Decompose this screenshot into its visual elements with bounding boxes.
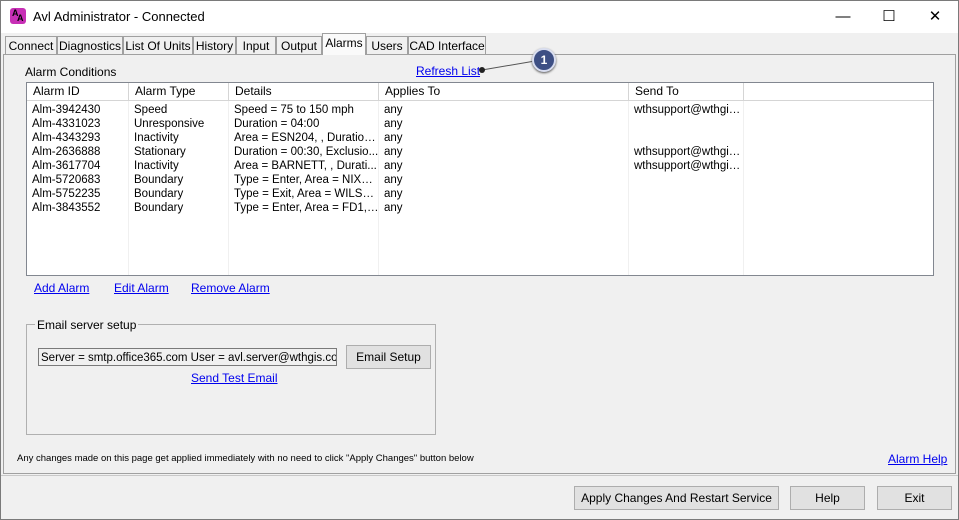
callout-pointer: [479, 60, 536, 73]
cell-alarm-type: Unresponsive: [134, 118, 205, 130]
minimize-icon[interactable]: —: [820, 1, 866, 33]
email-server-group-title: Email server setup: [35, 318, 139, 332]
table-row[interactable]: Alm-2636888 Stationary Duration = 00:30, E…: [27, 145, 933, 159]
cell-send-to: wthsupport@wthgis.com: [634, 146, 744, 158]
cell-details: Duration = 04:00: [234, 118, 320, 130]
cell-alarm-type: Boundary: [134, 174, 184, 186]
cell-applies-to: any: [384, 132, 403, 144]
cell-send-to: [629, 201, 744, 215]
cell-alarm-id: Alm-4343293: [32, 132, 101, 144]
apply-note: Any changes made on this page get applie…: [17, 453, 474, 464]
title-bar: A A Avl Administrator - Connected — ☐ ✕: [1, 1, 958, 33]
tab-output[interactable]: Output: [276, 36, 322, 54]
callout-badge: 1: [532, 48, 556, 72]
cell-send-to: wthsupport@wthgis.com: [634, 160, 744, 172]
tab-cad-interface[interactable]: CAD Interface: [408, 36, 486, 54]
alarm-conditions-label: Alarm Conditions: [25, 65, 117, 79]
cell-details: Type = Exit, Area = WILSO...: [234, 188, 379, 200]
window-title: Avl Administrator - Connected: [33, 9, 205, 24]
table-row[interactable]: Alm-5752235 Boundary Type = Exit, Area = W…: [27, 187, 933, 201]
cell-send-to: wthsupport@wthgis.com: [634, 104, 744, 116]
cell-alarm-id: Alm-5752235: [32, 188, 101, 200]
cell-alarm-id: Alm-3843552: [32, 202, 101, 214]
cell-details: Speed = 75 to 150 mph: [234, 104, 354, 116]
tab-strip: Connect Diagnostics List Of Units Histor…: [1, 33, 958, 55]
send-test-email-link[interactable]: Send Test Email: [191, 371, 278, 385]
table-row[interactable]: Alm-3843552 Boundary Type = Enter, Area = …: [27, 201, 933, 215]
cell-applies-to: any: [384, 146, 403, 158]
cell-alarm-id: Alm-3617704: [32, 160, 101, 172]
apply-restart-button[interactable]: Apply Changes And Restart Service: [574, 486, 779, 510]
exit-button[interactable]: Exit: [877, 486, 952, 510]
cell-applies-to: any: [384, 188, 403, 200]
tab-alarms[interactable]: Alarms: [322, 33, 366, 55]
cell-alarm-id: Alm-2636888: [32, 146, 101, 158]
tab-connect[interactable]: Connect: [5, 36, 57, 54]
cell-alarm-type: Inactivity: [134, 132, 179, 144]
column-header-details[interactable]: Details: [229, 83, 379, 100]
cell-send-to: [629, 173, 744, 187]
alarm-list[interactable]: Alarm ID Alarm Type Details Applies To S…: [26, 82, 934, 276]
table-row[interactable]: Alm-3617704 Inactivity Area = BARNETT, , D…: [27, 159, 933, 173]
app-icon-glyph: A: [17, 13, 24, 23]
table-row[interactable]: Alm-4343293 Inactivity Area = ESN204, , Du…: [27, 131, 933, 145]
tab-users[interactable]: Users: [366, 36, 408, 54]
maximize-icon[interactable]: ☐: [866, 1, 912, 33]
cell-send-to: [629, 131, 744, 145]
tab-diagnostics[interactable]: Diagnostics: [57, 36, 123, 54]
email-server-field[interactable]: Server = smtp.office365.com User = avl.s…: [38, 348, 337, 366]
column-header-alarm-id[interactable]: Alarm ID: [27, 83, 129, 100]
cell-details: Duration = 00:30, Exclusio...: [234, 146, 379, 158]
cell-alarm-type: Stationary: [134, 146, 186, 158]
cell-alarm-type: Boundary: [134, 202, 184, 214]
column-header-alarm-type[interactable]: Alarm Type: [129, 83, 229, 100]
cell-applies-to: any: [384, 174, 403, 186]
tab-input[interactable]: Input: [236, 36, 276, 54]
footer-divider: [1, 475, 958, 476]
refresh-list-link[interactable]: Refresh List: [416, 64, 480, 78]
tab-history[interactable]: History: [193, 36, 236, 54]
close-icon[interactable]: ✕: [912, 1, 958, 33]
cell-applies-to: any: [384, 104, 403, 116]
cell-alarm-type: Inactivity: [134, 160, 179, 172]
cell-details: Type = Enter, Area = NIXO...: [234, 174, 379, 186]
cell-alarm-id: Alm-3942430: [32, 104, 101, 116]
column-header-send-to[interactable]: Send To: [629, 83, 744, 100]
add-alarm-link[interactable]: Add Alarm: [34, 281, 89, 295]
cell-applies-to: any: [384, 160, 403, 172]
edit-alarm-link[interactable]: Edit Alarm: [114, 281, 169, 295]
cell-alarm-type: Boundary: [134, 188, 184, 200]
alarm-list-header: Alarm ID Alarm Type Details Applies To S…: [27, 83, 933, 101]
cell-alarm-id: Alm-5720683: [32, 174, 101, 186]
cell-details: Type = Enter, Area = FD1, ...: [234, 202, 379, 214]
help-button[interactable]: Help: [790, 486, 865, 510]
app-icon: A A: [10, 8, 26, 24]
cell-details: Area = BARNETT, , Durati...: [234, 160, 377, 172]
alarm-help-link[interactable]: Alarm Help: [888, 452, 947, 466]
cell-alarm-id: Alm-4331023: [32, 118, 101, 130]
table-row[interactable]: Alm-4331023 Unresponsive Duration = 04:00 a…: [27, 117, 933, 131]
column-header-applies-to[interactable]: Applies To: [379, 83, 629, 100]
cell-applies-to: any: [384, 118, 403, 130]
cell-send-to: [629, 117, 744, 131]
table-row[interactable]: Alm-3942430 Speed Speed = 75 to 150 mph any…: [27, 103, 933, 117]
cell-applies-to: any: [384, 202, 403, 214]
cell-details: Area = ESN204, , Duration ...: [234, 132, 379, 144]
cell-send-to: [629, 187, 744, 201]
email-setup-button[interactable]: Email Setup: [346, 345, 431, 369]
remove-alarm-link[interactable]: Remove Alarm: [191, 281, 270, 295]
table-row[interactable]: Alm-5720683 Boundary Type = Enter, Area = …: [27, 173, 933, 187]
cell-alarm-type: Speed: [134, 104, 168, 116]
tab-list-of-units[interactable]: List Of Units: [123, 36, 193, 54]
